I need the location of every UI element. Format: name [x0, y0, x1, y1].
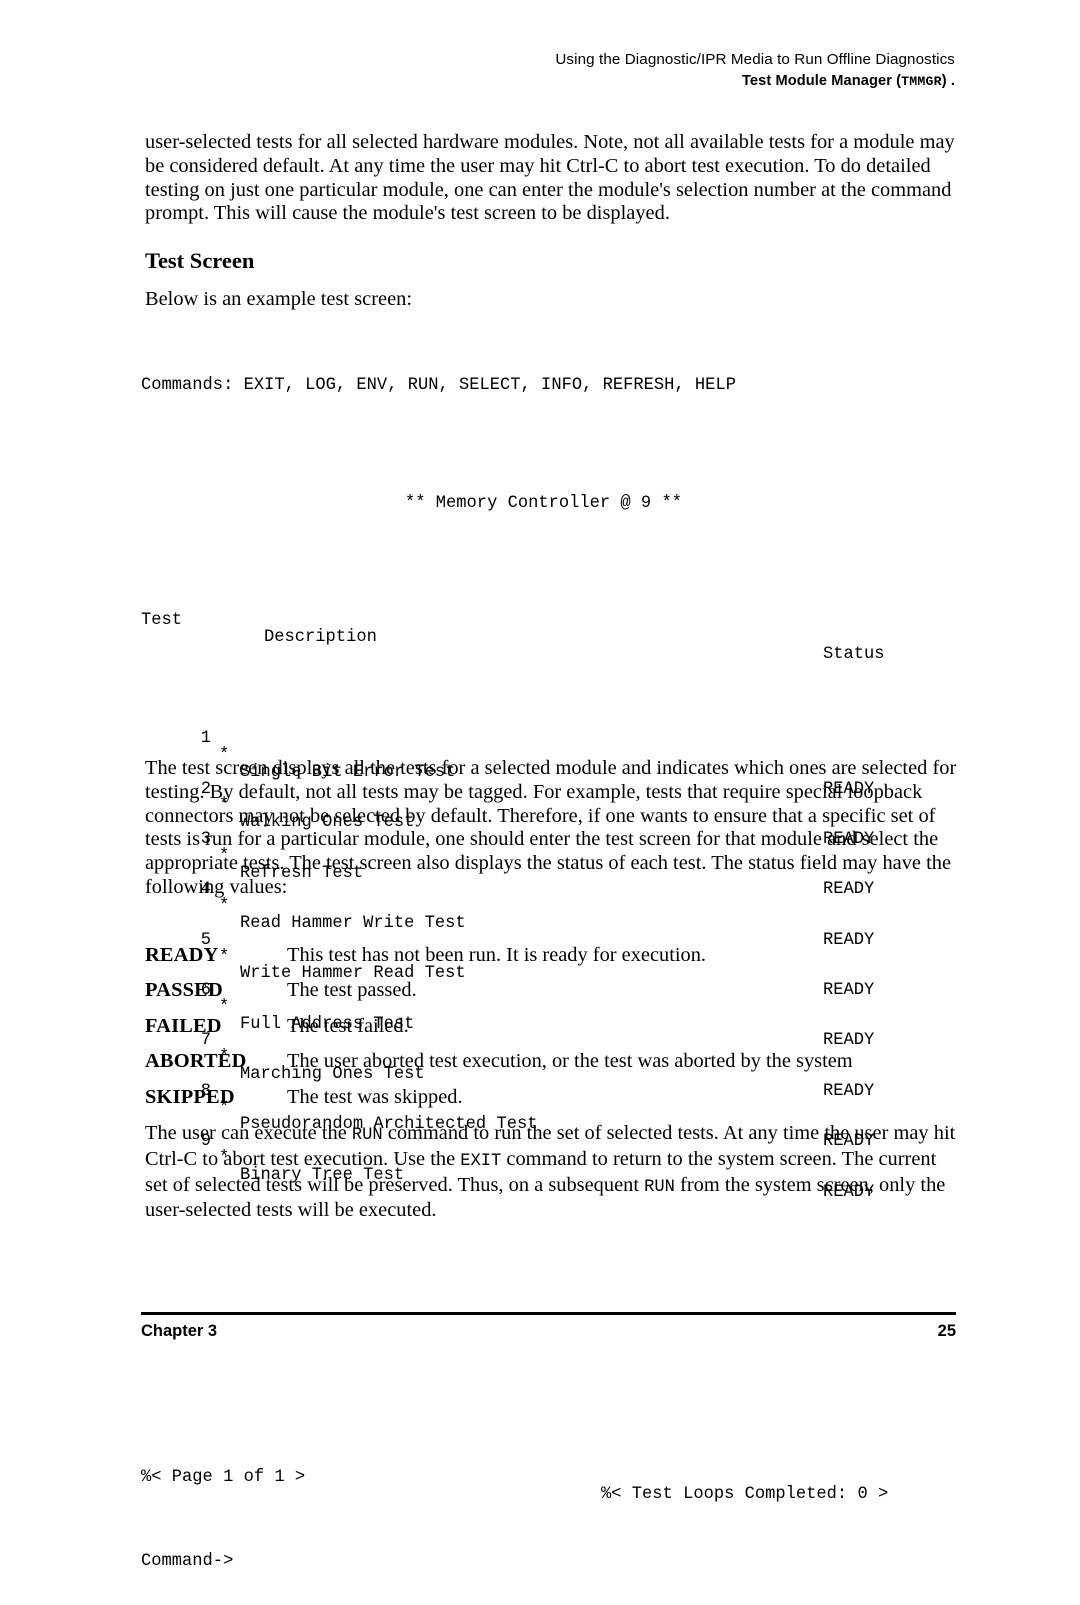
table-row: 5 * Write Hammer Read Test READY [141, 916, 991, 999]
list-item: ABORTED The user aborted test execution,… [145, 1050, 957, 1085]
footer-chapter: Chapter 3 [141, 1322, 218, 1340]
list-item: READY This test has not been run. It is … [145, 944, 957, 979]
status-term: FAILED [145, 1014, 222, 1037]
screen-module-title: ** Memory Controller @ 9 ** [405, 493, 682, 513]
closing-block: The user can execute the RUN command to … [145, 1122, 957, 1223]
status-term: PASSED [145, 979, 223, 1002]
list-item: SKIPPED The test was skipped. [145, 1086, 957, 1121]
document-page: Using the Diagnostic/IPR Media to Run Of… [0, 0, 1080, 1570]
subtitle-prefix: Test Module Manager ( [742, 73, 902, 89]
screen-commands-line: Commands: EXIT, LOG, ENV, RUN, SELECT, I… [141, 375, 736, 395]
main-content: user-selected tests for all selected har… [145, 131, 957, 312]
status-definition-list: READY This test has not been run. It is … [145, 944, 957, 1121]
closing-paragraph: The user can execute the RUN command to … [145, 1122, 957, 1223]
status-description: The test was skipped. [287, 1085, 463, 1108]
intro-paragraph: user-selected tests for all selected har… [145, 131, 955, 225]
running-header: Using the Diagnostic/IPR Media to Run Of… [141, 50, 955, 92]
status-description: The test failed. [287, 1014, 409, 1037]
inline-command-run: RUN [351, 1126, 383, 1145]
status-description: This test has not been run. It is ready … [287, 944, 707, 966]
page-indicator: %< Page 1 of 1 > [141, 1468, 306, 1488]
list-item: PASSED The test passed. [145, 979, 957, 1014]
closing-text-1: The user can execute the [145, 1122, 352, 1144]
status-term: SKIPPED [145, 1085, 235, 1108]
row-number: 1 [200, 729, 211, 749]
column-header-status: Status [823, 644, 885, 664]
status-term: READY [145, 944, 219, 966]
status-description: The test passed. [287, 979, 417, 1002]
running-header-subtitle: Test Module Manager (TMMGR) . [141, 71, 955, 92]
footer-divider [141, 1312, 956, 1315]
inline-command-run-2: RUN [644, 1177, 675, 1197]
explanation-block: The test screen displays all the tests f… [145, 757, 957, 900]
command-prompt[interactable]: Command-> [141, 1553, 991, 1571]
screen-column-headers: Test Description Status [141, 597, 991, 662]
column-header-description: Description [264, 628, 377, 648]
inline-command-exit: EXIT [460, 1151, 502, 1171]
section-heading: Test Screen [145, 248, 255, 274]
table-row: 1 * Single Bit Error Test READY [141, 714, 991, 797]
subtitle-suffix: ) . [941, 73, 955, 89]
row-select-tag: * [219, 897, 230, 917]
status-description: The user aborted test execution, or the … [287, 1050, 853, 1073]
footer-page-number: 25 [937, 1322, 956, 1340]
running-header-title: Using the Diagnostic/IPR Media to Run Of… [555, 51, 955, 68]
section-lead-in: Below is an example test screen: [145, 288, 413, 311]
status-term: ABORTED [145, 1050, 247, 1073]
screen-status-line: %< Page 1 of 1 > %< Test Loops Completed… [141, 1453, 991, 1503]
subtitle-command-name: TMMGR [901, 74, 942, 89]
explanation-paragraph: The test screen displays all the tests f… [145, 757, 957, 898]
column-header-test: Test [141, 611, 183, 631]
loops-indicator: %< Test Loops Completed: 0 > [601, 1485, 889, 1504]
list-item: FAILED The test failed. [145, 1015, 957, 1050]
